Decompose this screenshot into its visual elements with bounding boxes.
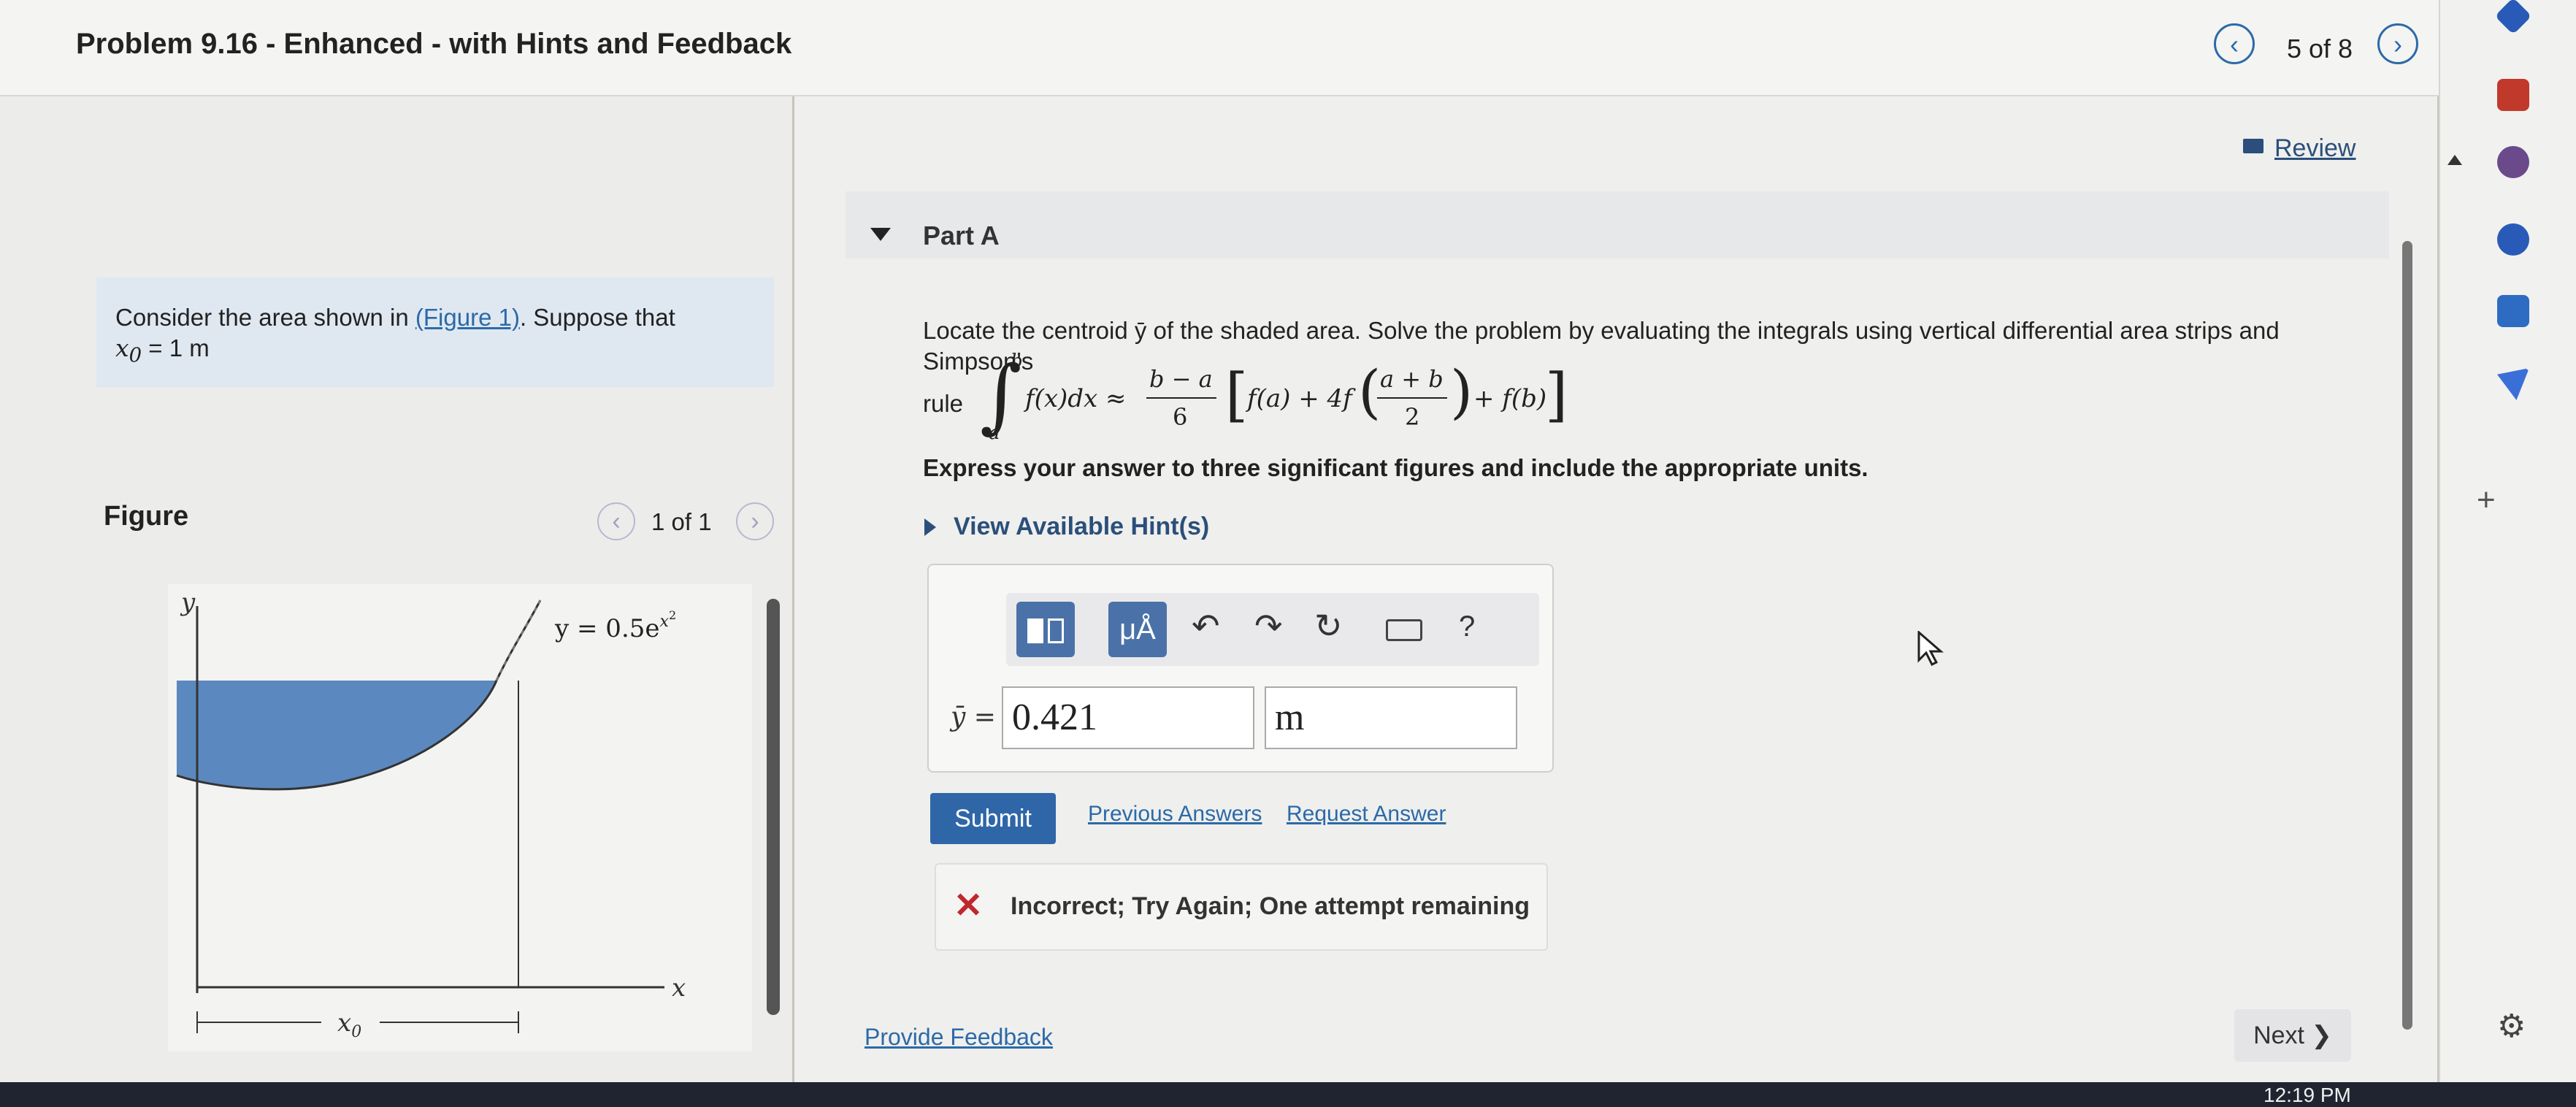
part-a-label: Part A <box>923 221 1000 250</box>
next-problem-button[interactable]: › <box>2377 23 2418 64</box>
collapse-triangle-icon <box>870 228 891 241</box>
chevron-left-icon: ‹ <box>612 507 621 535</box>
figure-prev-button[interactable]: ‹ <box>597 502 635 540</box>
x0-symbol: x0 <box>115 334 142 367</box>
formula-tail: + f(b) <box>1473 384 1547 413</box>
main-scrollbar[interactable] <box>2402 241 2412 1030</box>
previous-answers-link[interactable]: Previous Answers <box>1088 802 1262 827</box>
template-button[interactable] <box>1016 602 1075 657</box>
add-icon[interactable]: + <box>2477 482 2496 518</box>
prev-problem-button[interactable]: ‹ <box>2214 23 2255 64</box>
answer-unit-input[interactable]: m <box>1265 686 1517 749</box>
fraction-numerator: b − a <box>1149 365 1213 393</box>
figure-heading: Figure <box>104 501 189 532</box>
request-answer-link[interactable]: Request Answer <box>1287 802 1446 827</box>
clock: 12:19 PM <box>2263 1084 2351 1106</box>
x-axis-label: x <box>672 973 686 1003</box>
chevron-right-icon: › <box>2393 29 2402 59</box>
mouse-cursor-icon <box>1917 631 1944 667</box>
feedback-message: Incorrect; Try Again; One attempt remain… <box>1011 892 1530 920</box>
upper-limit: b <box>1011 351 1023 372</box>
briefcase-icon[interactable] <box>2497 79 2529 111</box>
figure-pager: 1 of 1 <box>651 508 712 535</box>
help-icon[interactable]: ? <box>1459 610 1475 643</box>
formula-body: f(a) + 4f <box>1247 384 1352 413</box>
midpoint-numerator: a + b <box>1380 365 1444 393</box>
figure-link[interactable]: (Figure 1) <box>415 304 520 331</box>
outlook-icon[interactable] <box>2497 295 2529 327</box>
problem-statement: Consider the area shown in (Figure 1). S… <box>115 302 758 371</box>
figure-next-button[interactable]: › <box>736 502 774 540</box>
answer-label: ȳ = <box>951 702 996 732</box>
book-icon <box>2243 139 2263 153</box>
reset-icon[interactable]: ↻ <box>1314 606 1343 646</box>
bracket-right: ] <box>1545 361 1568 429</box>
next-button[interactable]: Next ❯ <box>2234 1009 2351 1062</box>
units-button[interactable]: μÅ <box>1108 602 1167 657</box>
undo-icon[interactable]: ↶ <box>1192 606 1220 646</box>
view-hints-link[interactable]: View Available Hint(s) <box>954 513 1209 541</box>
rule-word: rule <box>923 390 964 417</box>
error-x-icon: ✕ <box>954 886 984 925</box>
template-icon <box>1027 618 1043 644</box>
instructions: Express your answer to three significant… <box>923 454 1868 481</box>
problem-pager: 5 of 8 <box>2287 34 2353 64</box>
y-axis-label: y <box>180 588 196 617</box>
scroll-up-icon[interactable] <box>2447 155 2462 165</box>
problem-title: Problem 9.16 - Enhanced - with Hints and… <box>76 28 792 60</box>
submit-button[interactable]: Submit <box>930 793 1056 844</box>
chevron-right-icon: › <box>751 507 759 535</box>
problem-text: Consider the area shown in <box>115 304 415 331</box>
simpson-formula: rule ∫ b a f(x)dx ≈ b − a 6 [ f(a) + 4f … <box>921 351 1652 450</box>
curve-equation: y = 0.5ex2 <box>554 608 676 643</box>
gear-icon[interactable]: ⚙ <box>2497 1008 2526 1045</box>
keyboard-icon[interactable] <box>1386 619 1422 641</box>
copilot-icon[interactable] <box>2497 223 2529 256</box>
fraction-denominator: 6 <box>1173 403 1188 431</box>
part-a-header[interactable] <box>846 191 2389 258</box>
midpoint-bar <box>1377 397 1447 399</box>
answer-value-input[interactable]: 0.421 <box>1002 686 1254 749</box>
provide-feedback-link[interactable]: Provide Feedback <box>865 1024 1053 1051</box>
lower-limit: a <box>989 422 1000 444</box>
redo-icon[interactable]: ↷ <box>1254 606 1283 646</box>
paren-right: ) <box>1450 358 1473 426</box>
x0-value: = 1 m <box>142 334 210 361</box>
midpoint-denominator: 2 <box>1405 403 1420 431</box>
expand-triangle-icon <box>924 518 936 536</box>
paren-left: ( <box>1358 358 1381 426</box>
chevron-left-icon: ‹ <box>2230 29 2239 59</box>
people-icon[interactable] <box>2497 146 2529 178</box>
taskbar <box>0 1082 2576 1107</box>
figure-diagram: x0 y x y = 0.5ex2 <box>168 584 752 1052</box>
problem-text-after: . Suppose that <box>519 304 675 331</box>
integrand: f(x)dx ≈ <box>1025 384 1127 413</box>
figure-background <box>168 584 752 1052</box>
review-link[interactable]: Review <box>2274 134 2355 163</box>
fraction-bar <box>1146 397 1216 399</box>
figure-scrollbar[interactable] <box>767 599 780 1015</box>
bracket-left: [ <box>1225 361 1249 429</box>
